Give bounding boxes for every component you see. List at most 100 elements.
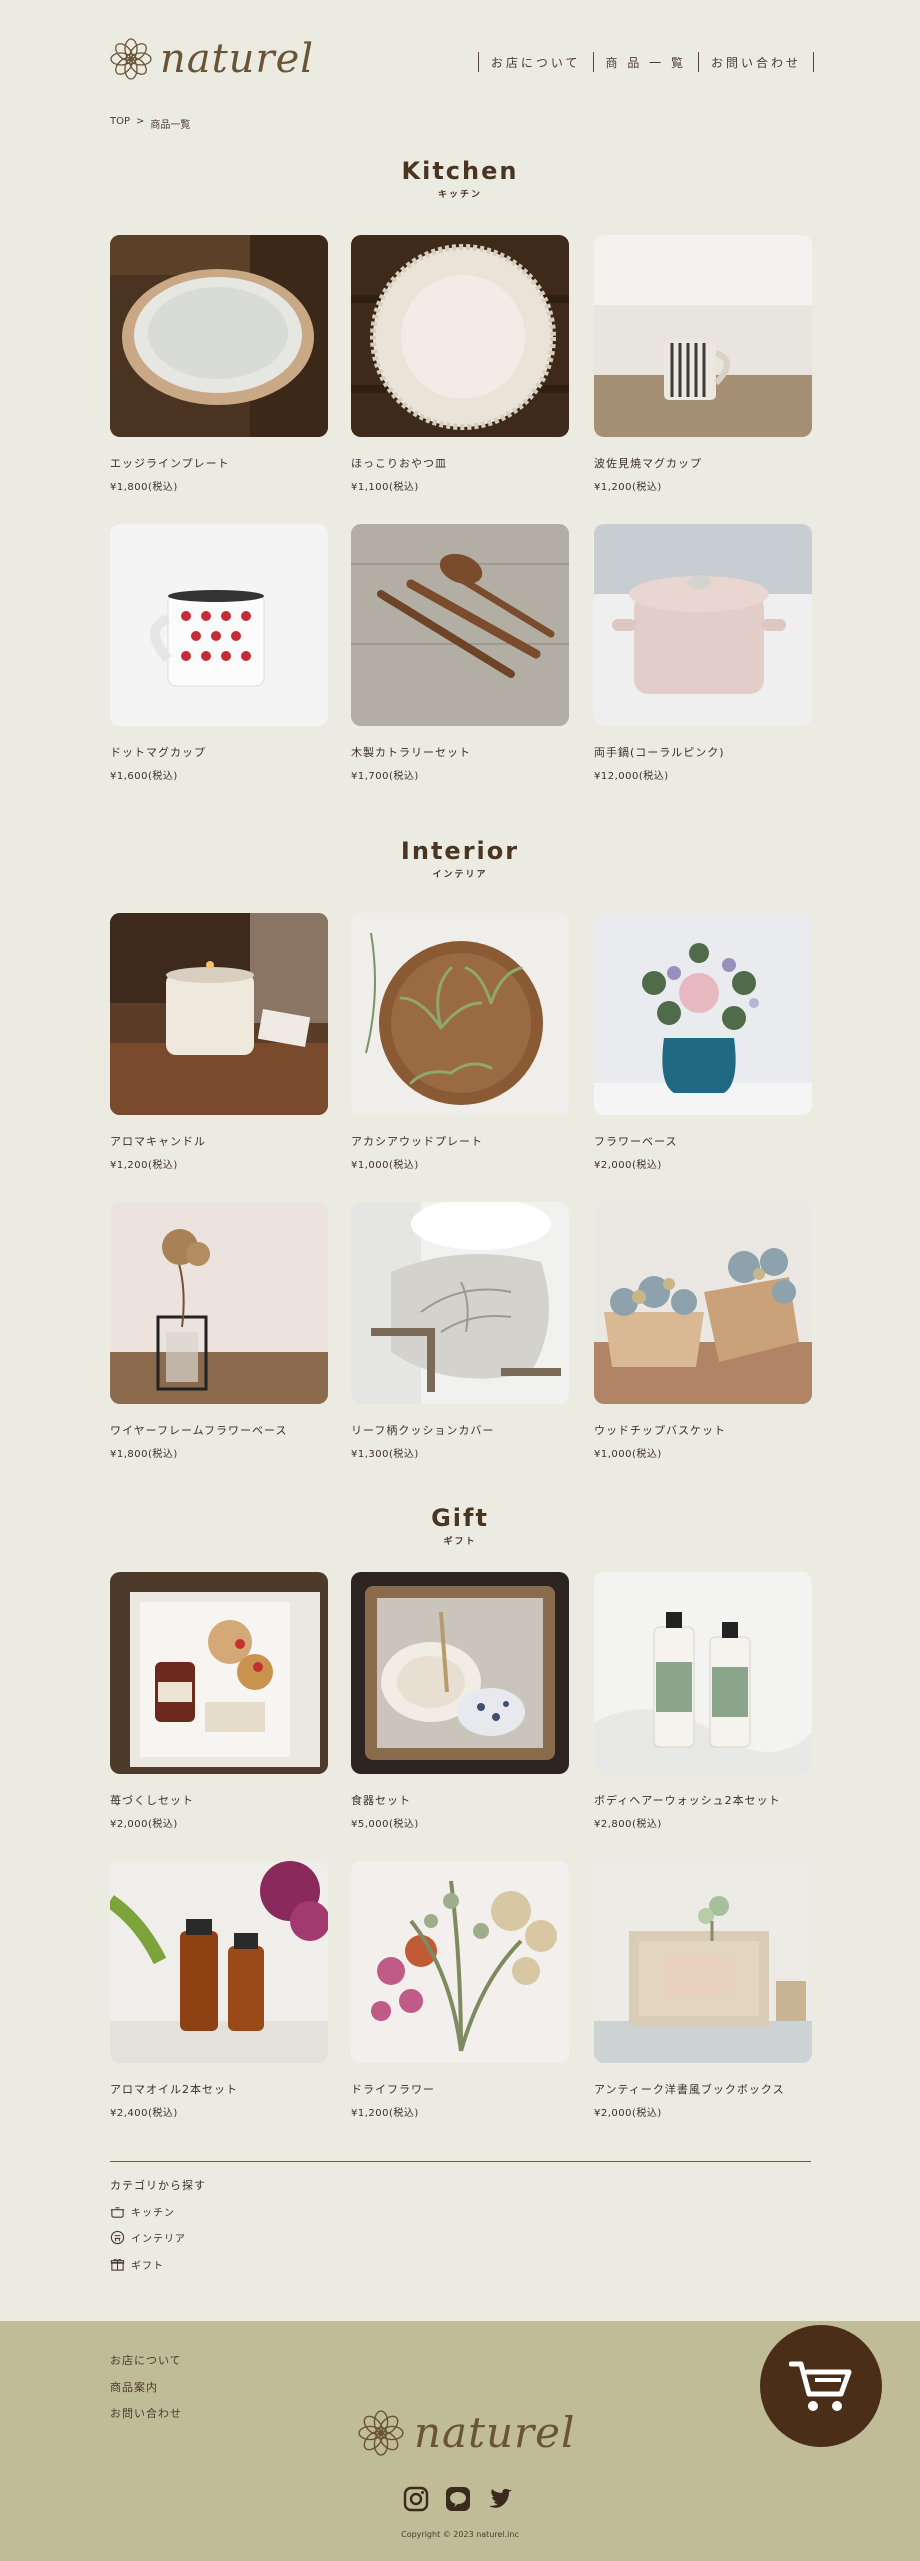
product-price: ¥2,000(税込) <box>110 1819 178 1830</box>
product-price: ¥1,300(税込) <box>351 1449 419 1460</box>
product-card[interactable]: 苺づくしセット ¥2,000(税込) <box>110 1572 328 1830</box>
site-header: naturel お店について 商 品 一 覧 お問い合わせ <box>0 0 920 110</box>
product-name[interactable]: ドライフラワー <box>351 2081 569 2097</box>
product-image-wood-plate[interactable] <box>351 913 569 1115</box>
section-title-en: Kitchen <box>401 157 519 185</box>
product-name[interactable]: ワイヤーフレームフラワーベース <box>110 1422 328 1438</box>
footer-logo[interactable]: naturel <box>358 2410 575 2456</box>
product-card[interactable]: ドライフラワー ¥1,200(税込) <box>351 1861 569 2119</box>
section-title-kitchen: Kitchen キッチン <box>0 157 920 201</box>
product-name[interactable]: アカシアウッドプレート <box>351 1133 569 1149</box>
product-name[interactable]: 食器セット <box>351 1792 569 1808</box>
section-title-ja: キッチン <box>437 190 482 201</box>
product-card[interactable]: アンティーク洋書風ブックボックス ¥2,000(税込) <box>594 1861 812 2119</box>
product-image-book-box[interactable] <box>594 1861 812 2063</box>
product-price: ¥2,800(税込) <box>594 1819 662 1830</box>
category-item-gift[interactable]: ギフト <box>110 2257 164 2272</box>
product-image-pink-pot[interactable] <box>594 524 812 726</box>
instagram-icon[interactable] <box>403 2486 429 2512</box>
product-image-wash-bottles[interactable] <box>594 1572 812 1774</box>
line-icon[interactable] <box>445 2486 471 2512</box>
product-price: ¥1,200(税込) <box>351 2108 419 2119</box>
product-card[interactable]: 波佐見焼マグカップ ¥1,200(税込) <box>594 235 812 493</box>
product-card[interactable]: アカシアウッドプレート ¥1,000(税込) <box>351 913 569 1171</box>
product-image-strawberry-set[interactable] <box>110 1572 328 1774</box>
product-image-dot-mug[interactable] <box>110 524 328 726</box>
section-title-ja: インテリア <box>432 870 488 881</box>
product-name[interactable]: ドットマグカップ <box>110 744 328 760</box>
breadcrumb-current: 商品一覧 <box>150 120 191 131</box>
product-price: ¥2,000(税込) <box>594 1160 662 1171</box>
product-image-flower-vase[interactable] <box>594 913 812 1115</box>
product-card[interactable]: 食器セット ¥5,000(税込) <box>351 1572 569 1830</box>
main-nav: お店について 商 品 一 覧 お問い合わせ <box>477 52 814 72</box>
product-name[interactable]: アロマキャンドル <box>110 1133 328 1149</box>
nav-item-about[interactable]: お店について <box>479 54 593 71</box>
product-price: ¥1,000(税込) <box>594 1449 662 1460</box>
product-image-tableware-set[interactable] <box>351 1572 569 1774</box>
product-image-wood-cutlery[interactable] <box>351 524 569 726</box>
footer-link-contact[interactable]: お問い合わせ <box>110 2405 182 2421</box>
flower-logo-icon <box>358 2410 404 2456</box>
category-item-kitchen[interactable]: キッチン <box>110 2204 175 2219</box>
product-card[interactable]: アロマキャンドル ¥1,200(税込) <box>110 913 328 1171</box>
footer-link-about[interactable]: お店について <box>110 2352 182 2368</box>
product-name[interactable]: エッジラインプレート <box>110 455 328 471</box>
cart-button[interactable] <box>760 2325 882 2447</box>
footer-link-products[interactable]: 商品案内 <box>110 2379 158 2395</box>
product-image-rim-plate[interactable] <box>110 235 328 437</box>
product-image-candle[interactable] <box>110 913 328 1115</box>
category-label: キッチン <box>131 2208 175 2219</box>
product-card[interactable]: ワイヤーフレームフラワーベース ¥1,800(税込) <box>110 1202 328 1460</box>
product-image-basket[interactable] <box>594 1202 812 1404</box>
section-title-en: Gift <box>431 1504 489 1532</box>
logo[interactable]: naturel <box>110 38 314 80</box>
product-name[interactable]: 苺づくしセット <box>110 1792 328 1808</box>
nav-item-products[interactable]: 商 品 一 覧 <box>594 54 698 71</box>
product-card[interactable]: フラワーベース ¥2,000(税込) <box>594 913 812 1171</box>
product-image-dry-flower[interactable] <box>351 1861 569 2063</box>
product-image-scalloped-plate[interactable] <box>351 235 569 437</box>
product-name[interactable]: 木製カトラリーセット <box>351 744 569 760</box>
product-name[interactable]: アロマオイル2本セット <box>110 2081 328 2097</box>
breadcrumb: TOP > 商品一覧 <box>110 116 190 131</box>
product-card[interactable]: ウッドチップバスケット ¥1,000(税込) <box>594 1202 812 1460</box>
product-name[interactable]: ボディヘアーウォッシュ2本セット <box>594 1792 812 1808</box>
product-card[interactable]: 木製カトラリーセット ¥1,700(税込) <box>351 524 569 782</box>
product-name[interactable]: リーフ柄クッションカバー <box>351 1422 569 1438</box>
footer-logo-text: naturel <box>414 2408 576 2457</box>
breadcrumb-separator: > <box>136 116 145 127</box>
category-item-interior[interactable]: インテリア <box>110 2230 186 2245</box>
divider <box>110 2161 811 2162</box>
product-price: ¥1,200(税込) <box>594 482 662 493</box>
product-card[interactable]: エッジラインプレート ¥1,800(税込) <box>110 235 328 493</box>
social-links <box>403 2486 513 2512</box>
nav-item-contact[interactable]: お問い合わせ <box>699 54 813 71</box>
product-card[interactable]: ボディヘアーウォッシュ2本セット ¥2,800(税込) <box>594 1572 812 1830</box>
breadcrumb-home[interactable]: TOP <box>110 116 130 131</box>
product-card[interactable]: リーフ柄クッションカバー ¥1,300(税込) <box>351 1202 569 1460</box>
product-price: ¥1,000(税込) <box>351 1160 419 1171</box>
twitter-icon[interactable] <box>487 2486 513 2512</box>
product-image-cushion[interactable] <box>351 1202 569 1404</box>
product-name[interactable]: 両手鍋(コーラルピンク) <box>594 744 812 760</box>
nav-separator <box>813 52 814 72</box>
product-price: ¥1,600(税込) <box>110 771 178 782</box>
product-name[interactable]: ウッドチップバスケット <box>594 1422 812 1438</box>
product-price: ¥2,000(税込) <box>594 2108 662 2119</box>
product-name[interactable]: 波佐見焼マグカップ <box>594 455 812 471</box>
product-image-striped-mug[interactable] <box>594 235 812 437</box>
product-name[interactable]: フラワーベース <box>594 1133 812 1149</box>
product-price: ¥12,000(税込) <box>594 771 669 782</box>
product-name[interactable]: アンティーク洋書風ブックボックス <box>594 2081 812 2097</box>
product-card[interactable]: ドットマグカップ ¥1,600(税込) <box>110 524 328 782</box>
product-image-aroma-oil[interactable] <box>110 1861 328 2063</box>
product-card[interactable]: 両手鍋(コーラルピンク) ¥12,000(税込) <box>594 524 812 782</box>
product-card[interactable]: ほっこりおやつ皿 ¥1,100(税込) <box>351 235 569 493</box>
product-price: ¥5,000(税込) <box>351 1819 419 1830</box>
flower-logo-icon <box>110 38 152 80</box>
product-name[interactable]: ほっこりおやつ皿 <box>351 455 569 471</box>
pot-icon <box>110 2207 125 2218</box>
product-card[interactable]: アロマオイル2本セット ¥2,400(税込) <box>110 1861 328 2119</box>
product-image-wire-vase[interactable] <box>110 1202 328 1404</box>
